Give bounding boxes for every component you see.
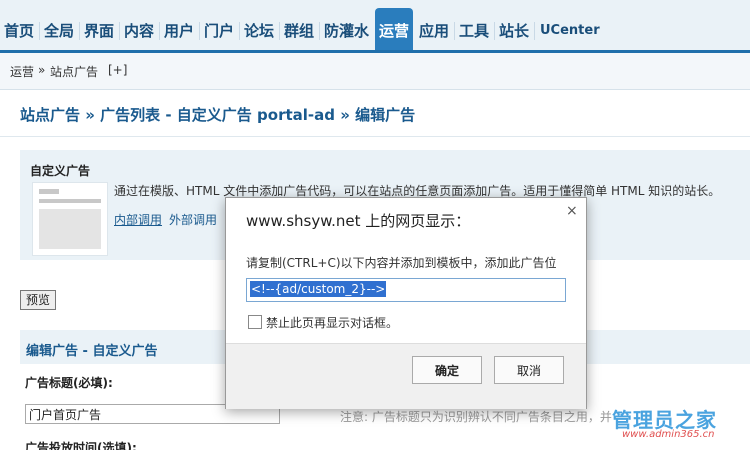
cancel-button[interactable]: 取消 xyxy=(494,356,564,384)
nav-item-ucenter[interactable]: UCenter xyxy=(540,16,600,46)
external-call-link[interactable]: 外部调用 xyxy=(169,211,217,228)
nav-separator xyxy=(239,22,240,40)
nav-separator xyxy=(79,22,80,40)
dialog-title: www.shsyw.net 上的网页显示： xyxy=(246,212,471,230)
nav-separator xyxy=(279,22,280,40)
breadcrumb-add-button[interactable]: [+] xyxy=(108,63,127,77)
nav-separator xyxy=(534,22,535,40)
nav-separator xyxy=(39,22,40,40)
alert-dialog: www.shsyw.net 上的网页显示： × 请复制(CTRL+C)以下内容并… xyxy=(225,197,587,409)
panel-title: 自定义广告 xyxy=(30,164,91,178)
section-title: 编辑广告 - 自定义广告 xyxy=(26,344,158,359)
page-title: 站点广告 » 广告列表 - 自定义广告 portal-ad » 编辑广告 xyxy=(20,106,416,124)
nav-item-forum[interactable]: 论坛 xyxy=(244,16,274,46)
breadcrumb-section[interactable]: 运营 xyxy=(10,63,34,80)
selected-code-text: <!--{ad/custom_2}--> xyxy=(250,281,387,297)
ad-title-label: 广告标题(必填): xyxy=(25,376,113,390)
nav-separator xyxy=(494,22,495,40)
suppress-dialog-checkbox[interactable] xyxy=(248,315,262,329)
preview-button[interactable]: 预览 xyxy=(20,290,56,310)
nav-separator xyxy=(454,22,455,40)
nav-item-global[interactable]: 全局 xyxy=(44,16,74,46)
watermark-url: www.admin365.cn xyxy=(622,429,715,440)
breadcrumb-separator: » xyxy=(38,63,46,77)
nav-separator xyxy=(199,22,200,40)
nav-item-groups[interactable]: 群组 xyxy=(284,16,314,46)
nav-item-interface[interactable]: 界面 xyxy=(84,16,114,46)
nav-item-portal[interactable]: 门户 xyxy=(204,16,234,46)
nav-item-apps[interactable]: 应用 xyxy=(419,16,449,46)
nav-item-users[interactable]: 用户 xyxy=(164,16,194,46)
close-icon[interactable]: × xyxy=(566,203,578,219)
ok-button[interactable]: 确定 xyxy=(412,356,482,384)
nav-item-home[interactable]: 首页 xyxy=(4,16,34,46)
internal-call-link[interactable]: 内部调用 xyxy=(114,211,162,228)
nav-separator xyxy=(159,22,160,40)
divider xyxy=(0,136,750,137)
nav-item-tools[interactable]: 工具 xyxy=(459,16,489,46)
nav-item-content[interactable]: 内容 xyxy=(124,16,154,46)
breadcrumb: 运营 » 站点广告 [+] xyxy=(0,53,750,90)
nav-separator xyxy=(319,22,320,40)
nav-item-antispam[interactable]: 防灌水 xyxy=(324,16,369,46)
dialog-footer: 确定 取消 xyxy=(226,343,586,409)
nav-item-webmaster[interactable]: 站长 xyxy=(499,16,529,46)
dialog-message: 请复制(CTRL+C)以下内容并添加到模板中，添加此广告位 xyxy=(246,256,557,270)
watermark-logo: 管理员之家 www.admin365.cn xyxy=(612,404,717,440)
nav-separator xyxy=(119,22,120,40)
field-note: 注意: 广告标题只为识别辨认不同广告条目之用，并 xyxy=(340,410,612,424)
checkbox-label: 禁止此页再显示对话框。 xyxy=(266,316,399,330)
top-nav: 首页 全局 界面 内容 用户 门户 论坛 群组 防灌水 运营 应用 工具 站长 … xyxy=(0,0,750,53)
next-field-label: 广告投放时间(选填): xyxy=(25,441,137,450)
code-input[interactable]: <!--{ad/custom_2}--> xyxy=(246,278,566,302)
nav-item-operations[interactable]: 运营 xyxy=(375,8,414,50)
breadcrumb-page: 站点广告 xyxy=(50,65,99,79)
ad-preview-thumbnail xyxy=(32,182,108,256)
